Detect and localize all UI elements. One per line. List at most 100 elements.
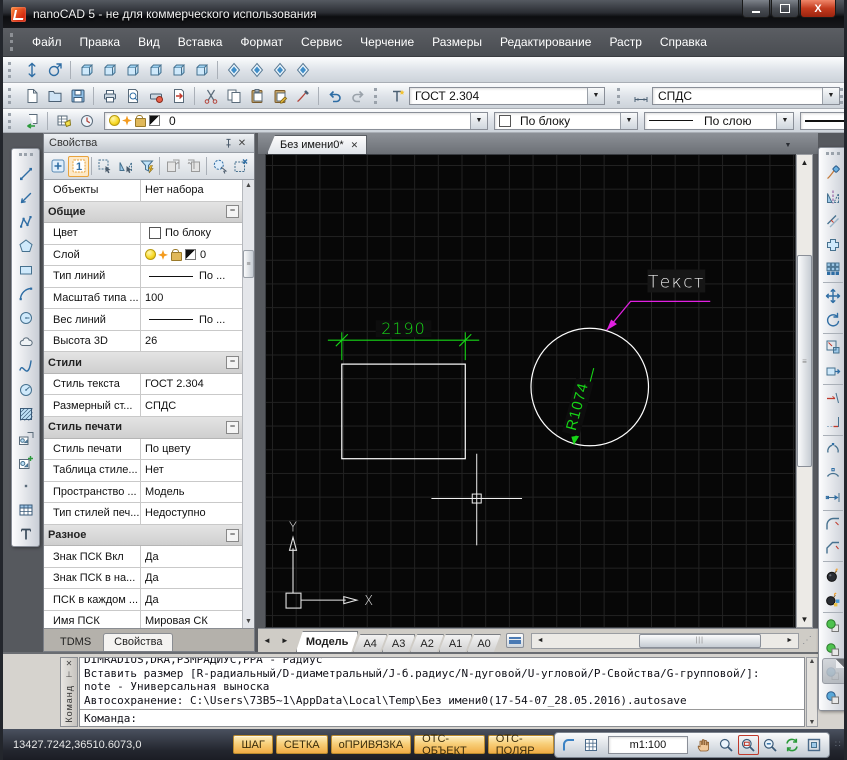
toolbar-grip[interactable] — [8, 62, 15, 78]
layers-dialog-icon[interactable] — [52, 110, 75, 132]
chevron-down-icon[interactable]: ▼ — [470, 113, 487, 129]
drawing-canvas[interactable]: 2190 R1074 Текст — [265, 154, 796, 628]
rectangle-tool-icon[interactable] — [14, 258, 38, 282]
chevron-down-icon[interactable]: ▼ — [587, 88, 604, 104]
create-block-icon[interactable] — [14, 450, 38, 474]
properties-scrollbar[interactable]: ▲ ≡ ▼ — [242, 180, 254, 628]
chamfer-icon[interactable] — [821, 536, 845, 560]
copy-properties-icon[interactable] — [162, 156, 183, 177]
menu-item-Размеры[interactable]: Размеры — [423, 30, 491, 54]
close-icon[interactable]: ✕ — [66, 659, 73, 668]
arc-tool-icon[interactable] — [14, 282, 38, 306]
chevron-down-icon[interactable]: ▼ — [620, 113, 637, 129]
dimension-text[interactable]: 2190 — [381, 319, 426, 338]
scale-icon[interactable] — [821, 335, 845, 359]
property-value[interactable]: По ... — [141, 266, 243, 287]
minimize-button[interactable] — [742, 0, 770, 18]
toolbar-grip[interactable] — [19, 153, 33, 160]
resize-grip[interactable]: ∷ — [835, 739, 844, 750]
property-value[interactable]: Модель — [141, 482, 243, 503]
layout-tab-A1[interactable]: A1 — [439, 634, 472, 652]
scroll-thumb[interactable]: ≡ — [243, 250, 254, 278]
mirror-icon[interactable] — [821, 185, 845, 209]
cloud-tool-icon[interactable] — [14, 330, 38, 354]
toolbar-grip[interactable] — [840, 88, 844, 104]
close-document-icon[interactable]: ✕ — [351, 140, 359, 151]
free-orbit-icon[interactable] — [43, 59, 66, 81]
layout-tab-A3[interactable]: A3 — [382, 634, 415, 652]
select-window-icon[interactable] — [94, 156, 115, 177]
explode-text-icon[interactable] — [821, 587, 845, 611]
toolbar-grip[interactable] — [8, 88, 15, 104]
property-value[interactable]: По цвету — [141, 439, 243, 460]
dimension-style-combo[interactable]: СПДС▼ — [652, 87, 840, 105]
property-value[interactable]: ГОСТ 2.304 — [141, 374, 243, 395]
save-document-icon[interactable] — [66, 85, 89, 107]
collapse-icon[interactable]: − — [226, 356, 239, 369]
menu-item-Справка[interactable]: Справка — [651, 30, 716, 54]
view-front-icon[interactable] — [75, 59, 98, 81]
menu-item-Вид[interactable]: Вид — [129, 30, 169, 54]
view-iso-ne-icon[interactable] — [268, 59, 291, 81]
layout-tab-Модель[interactable]: Модель — [296, 631, 359, 652]
view-iso-se-icon[interactable] — [245, 59, 268, 81]
property-value[interactable]: По ... — [141, 309, 243, 330]
apply-properties-icon[interactable] — [183, 156, 204, 177]
dimension-style-icon[interactable] — [629, 85, 652, 107]
batch-plot-icon[interactable] — [144, 85, 167, 107]
layout-next-icon[interactable]: ► — [276, 636, 294, 645]
scroll-right-icon[interactable]: ► — [781, 637, 798, 644]
scroll-up-icon[interactable]: ▲ — [245, 180, 252, 192]
command-scrollbar[interactable]: ▲ ▼ — [806, 657, 818, 727]
pan-hand-icon[interactable] — [694, 735, 715, 755]
layout-manager-icon[interactable] — [506, 633, 524, 648]
resize-grip[interactable]: ⋰ — [802, 634, 816, 648]
boundary-icon[interactable] — [821, 233, 845, 257]
menu-item-Вставка[interactable]: Вставка — [169, 30, 232, 54]
preview-icon[interactable] — [121, 85, 144, 107]
view-right-icon[interactable] — [190, 59, 213, 81]
new-document-icon[interactable] — [20, 85, 43, 107]
collapse-icon[interactable]: − — [226, 529, 239, 542]
quick-select-icon[interactable] — [209, 156, 230, 177]
view-left-icon[interactable] — [167, 59, 190, 81]
layer-states-icon[interactable] — [75, 110, 98, 132]
status-toggle-ШАГ[interactable]: ШАГ — [233, 735, 272, 754]
deselect-icon[interactable] — [230, 156, 251, 177]
zoom-out-icon[interactable] — [760, 735, 781, 755]
array-icon[interactable] — [821, 257, 845, 281]
line-tool-icon[interactable] — [14, 162, 38, 186]
ellipse-tool-icon[interactable] — [14, 378, 38, 402]
scroll-thumb[interactable]: ||| — [639, 634, 761, 648]
leader[interactable] — [607, 301, 711, 330]
select-one-icon[interactable]: 1 — [68, 156, 89, 177]
menu-item-Сервис[interactable]: Сервис — [292, 30, 351, 54]
document-list-icon[interactable]: ▼ — [780, 138, 796, 152]
export-icon[interactable] — [167, 85, 190, 107]
pan-realtime-icon[interactable] — [20, 59, 43, 81]
document-tab[interactable]: Без имени0* ✕ — [267, 135, 367, 154]
polyline-tool-icon[interactable] — [14, 210, 38, 234]
color-combo[interactable]: По блоку ▼ — [494, 112, 638, 130]
polygon-tool-icon[interactable] — [14, 234, 38, 258]
break-at-point-icon[interactable] — [821, 461, 845, 485]
zoom-extents-icon[interactable] — [804, 735, 825, 755]
toolbar-grip[interactable] — [8, 113, 15, 129]
sheet-orientation-icon[interactable] — [559, 735, 580, 755]
property-value[interactable]: 26 — [141, 331, 243, 352]
scroll-down-icon[interactable]: ▼ — [245, 616, 252, 628]
trim-icon[interactable] — [821, 386, 845, 410]
property-value[interactable]: Мировая СК — [141, 611, 243, 628]
scroll-down-icon[interactable]: ▼ — [809, 719, 816, 726]
toolbar-grip[interactable] — [617, 88, 624, 104]
property-value[interactable]: 100 — [141, 288, 243, 309]
rotate-icon[interactable] — [821, 308, 845, 332]
construction-line-tool-icon[interactable] — [14, 186, 38, 210]
grid-settings-icon[interactable] — [581, 735, 602, 755]
insert-block-icon[interactable] — [14, 426, 38, 450]
scroll-up-icon[interactable]: ▲ — [809, 658, 816, 665]
status-toggle-СЕТКА[interactable]: СЕТКА — [276, 735, 328, 754]
menu-item-Растр[interactable]: Растр — [600, 30, 650, 54]
property-value[interactable]: Да — [141, 568, 243, 589]
edit-grips-icon[interactable] — [821, 485, 845, 509]
